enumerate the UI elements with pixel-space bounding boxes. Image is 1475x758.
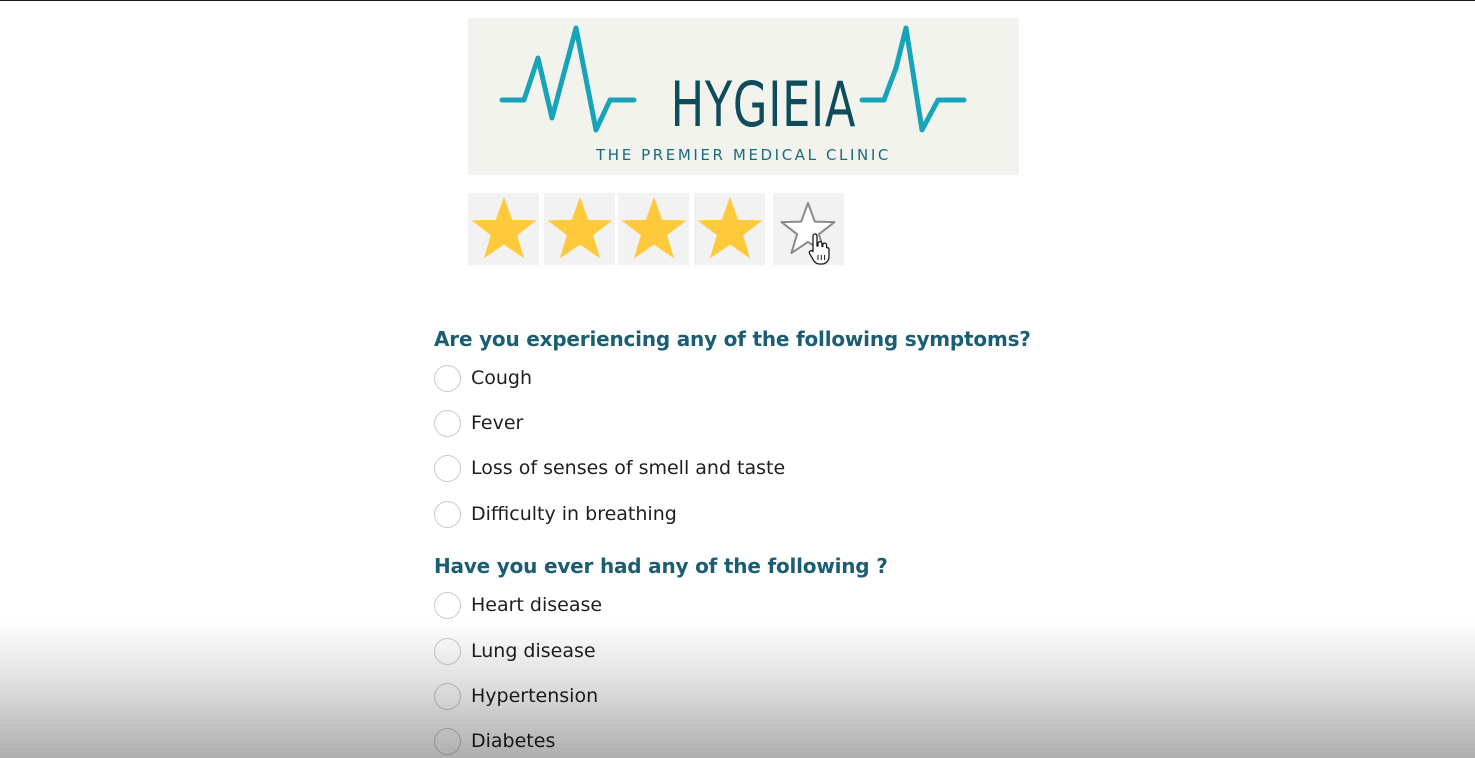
logo-wordmark: HYGIEIA [670, 68, 857, 141]
option-label: Diabetes [471, 730, 556, 752]
radio-button[interactable] [434, 409, 461, 437]
medical-history-question: Have you ever had any of the following ? [434, 554, 888, 578]
option-label: Hypertension [471, 685, 599, 707]
hand-pointer-cursor-icon [808, 233, 830, 265]
option-difficulty-breathing[interactable]: Difficulty in breathing [434, 499, 677, 529]
option-label: Loss of senses of smell and taste [471, 457, 786, 479]
rating-star-1[interactable] [468, 193, 539, 265]
radio-button[interactable] [434, 637, 461, 665]
logo-tagline: THE PREMIER MEDICAL CLINIC [596, 146, 891, 164]
radio-button[interactable] [434, 727, 461, 755]
radio-button[interactable] [434, 364, 461, 392]
option-loss-of-smell-taste[interactable]: Loss of senses of smell and taste [434, 453, 785, 483]
option-label: Heart disease [471, 594, 603, 616]
bottom-shadow-overlay [0, 620, 1475, 758]
option-label: Fever [471, 412, 524, 434]
filled-star-icon [697, 197, 763, 259]
symptoms-question: Are you experiencing any of the followin… [434, 327, 1031, 351]
window-top-border [0, 0, 1475, 1]
filled-star-icon [471, 197, 537, 259]
option-hypertension[interactable]: Hypertension [434, 681, 598, 711]
option-fever[interactable]: Fever [434, 408, 523, 438]
rating-star-3[interactable] [618, 193, 689, 265]
radio-button[interactable] [434, 591, 461, 619]
radio-button[interactable] [434, 500, 461, 528]
radio-button[interactable] [434, 682, 461, 710]
option-label: Cough [471, 367, 533, 389]
option-heart-disease[interactable]: Heart disease [434, 590, 602, 620]
rating-star-2[interactable] [544, 193, 615, 265]
rating-star-4[interactable] [694, 193, 765, 265]
filled-star-icon [547, 197, 613, 259]
option-label: Difficulty in breathing [471, 503, 677, 525]
option-cough[interactable]: Cough [434, 363, 532, 393]
clinic-logo: HYGIEIA THE PREMIER MEDICAL CLINIC [468, 18, 1019, 175]
option-lung-disease[interactable]: Lung disease [434, 636, 596, 666]
option-label: Lung disease [471, 640, 596, 662]
radio-button[interactable] [434, 454, 461, 482]
option-diabetes[interactable]: Diabetes [434, 726, 555, 756]
filled-star-icon [621, 197, 687, 259]
